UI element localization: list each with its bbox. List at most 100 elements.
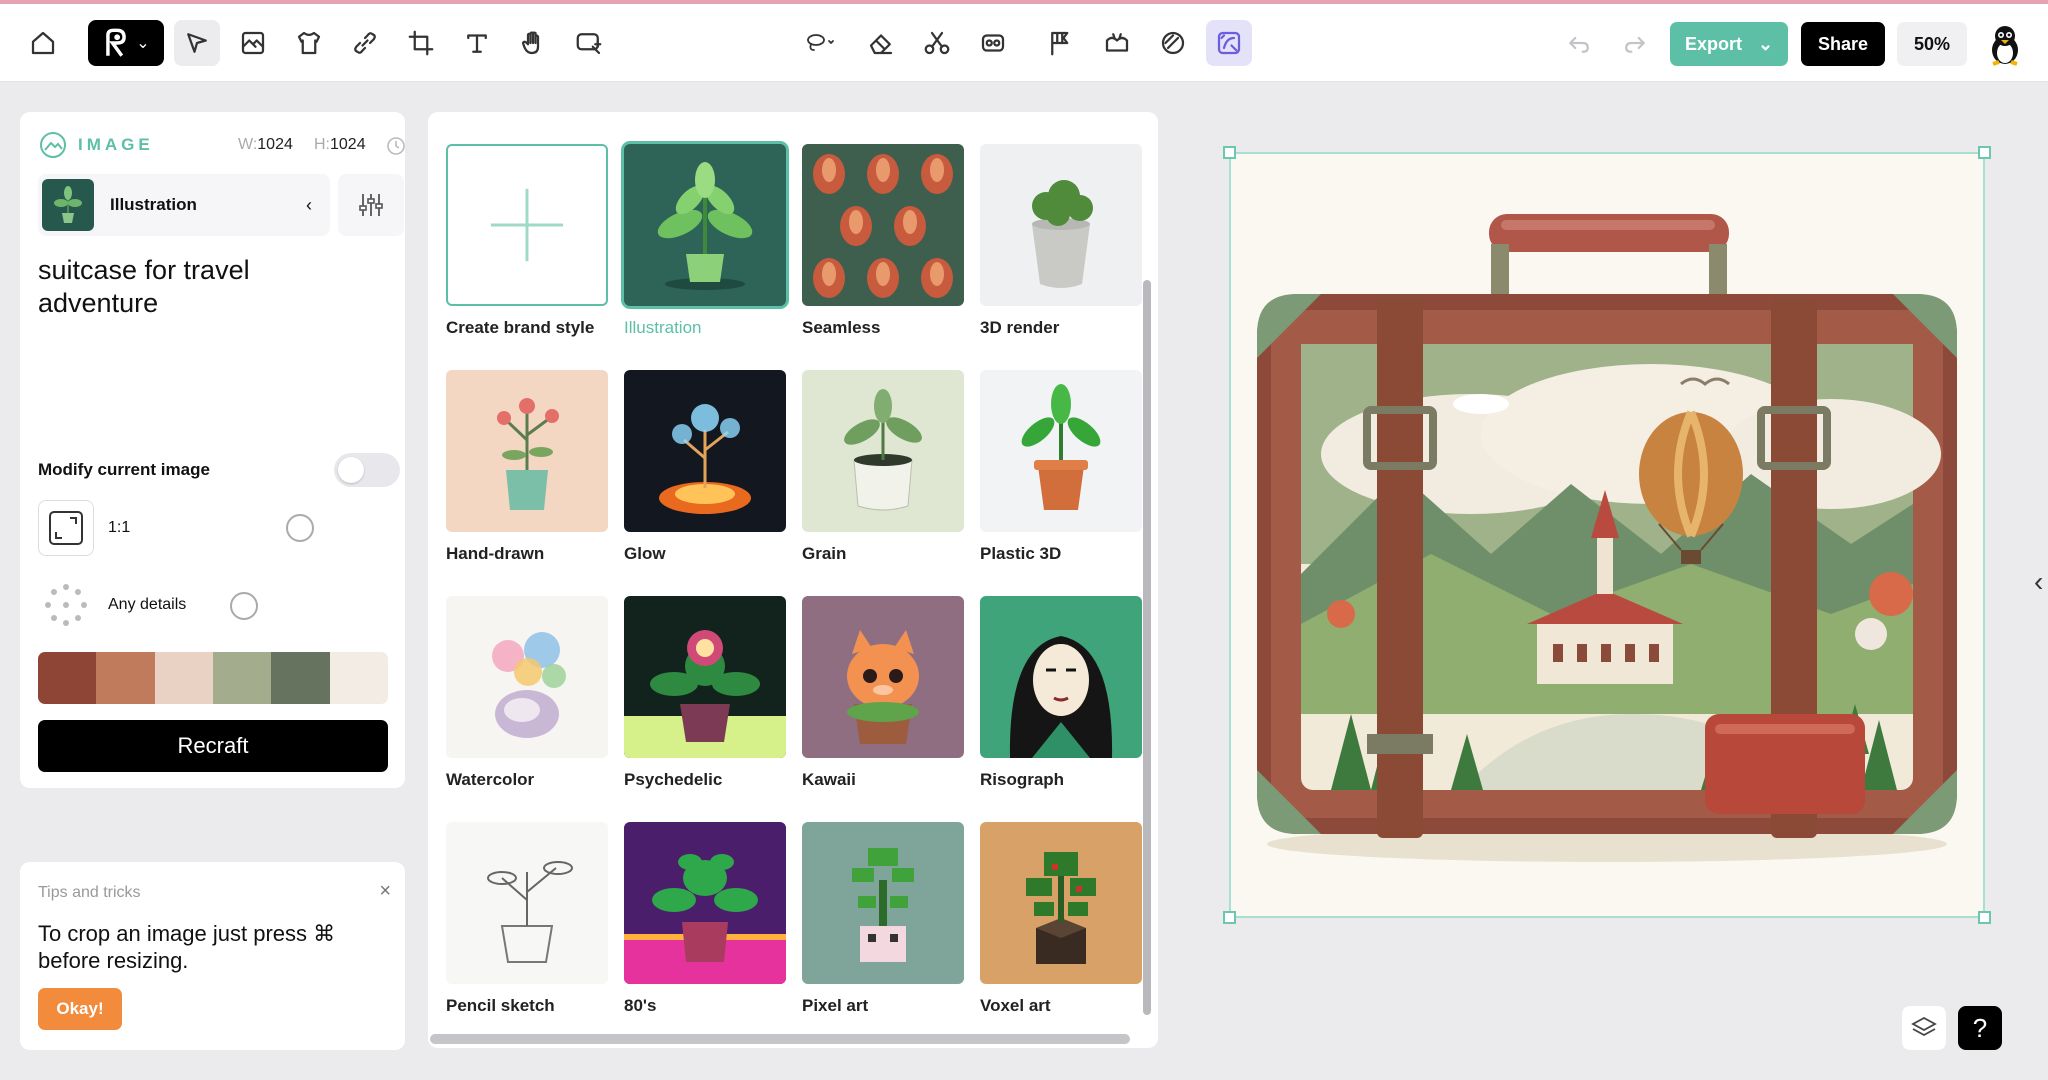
style-card-glow[interactable]: Glow — [624, 370, 786, 564]
style-preview-image — [446, 370, 608, 532]
style-card-kawaii[interactable]: Kawaii — [802, 596, 964, 790]
hand-icon[interactable] — [510, 20, 556, 66]
style-card-watercolor[interactable]: Watercolor — [446, 596, 608, 790]
comment-icon[interactable] — [566, 20, 612, 66]
redo-icon[interactable] — [1612, 20, 1658, 66]
style-card-label: Glow — [624, 544, 666, 563]
details-label: Any details — [108, 596, 187, 613]
ai-remove-icon[interactable] — [1206, 20, 1252, 66]
recraft-button[interactable]: Recraft — [38, 720, 388, 772]
flag-icon[interactable] — [1038, 20, 1084, 66]
logo-menu-button[interactable]: ⌄ — [88, 20, 164, 66]
share-button[interactable]: Share — [1801, 22, 1885, 66]
style-preview-image — [624, 144, 786, 306]
tips-title: Tips and tricks — [38, 884, 141, 901]
resize-handle-bottom-left[interactable] — [1223, 911, 1236, 924]
lasso-icon[interactable] — [790, 20, 850, 66]
image-type-icon — [40, 132, 66, 158]
style-settings-button[interactable] — [338, 174, 404, 236]
link-icon[interactable] — [342, 20, 388, 66]
export-button[interactable]: Export ⌄ — [1670, 22, 1788, 66]
style-preview-image — [802, 144, 964, 306]
resize-handle-top-left[interactable] — [1223, 146, 1236, 159]
palette-swatch[interactable] — [38, 652, 97, 704]
styles-gallery: Create brand style Illustration Seamless… — [428, 112, 1158, 1048]
crop-icon[interactable] — [398, 20, 444, 66]
palette-swatch[interactable] — [154, 652, 213, 704]
style-name: Illustration — [110, 195, 197, 214]
user-avatar-icon[interactable] — [1983, 22, 2027, 66]
details-row[interactable]: Any details — [38, 578, 338, 632]
aspect-ratio-radio[interactable] — [286, 514, 314, 542]
chevron-down-icon: ⌄ — [1757, 33, 1774, 54]
text-icon[interactable] — [454, 20, 500, 66]
style-card-label: 3D render — [980, 318, 1060, 337]
okay-button[interactable]: Okay! — [38, 988, 122, 1030]
canvas-image-frame[interactable] — [1223, 146, 1991, 924]
style-card-psychedelic[interactable]: Psychedelic — [624, 596, 786, 790]
undo-icon[interactable] — [1556, 20, 1602, 66]
palette-swatch[interactable] — [96, 652, 155, 704]
zoom-level-button[interactable]: 50% — [1897, 22, 1967, 66]
style-card-label: Kawaii — [802, 770, 856, 789]
vectorize-icon[interactable] — [1094, 20, 1140, 66]
style-card-3d-render[interactable]: 3D render — [980, 144, 1142, 338]
close-icon[interactable]: × — [379, 880, 391, 903]
style-card-seamless[interactable]: Seamless — [802, 144, 964, 338]
details-radio[interactable] — [230, 592, 258, 620]
style-preview-image — [624, 822, 786, 984]
style-card-label: Psychedelic — [624, 770, 723, 789]
palette-swatch[interactable] — [212, 652, 272, 704]
resize-handle-bottom-right[interactable] — [1978, 911, 1991, 924]
style-thumbnail — [42, 179, 94, 231]
aspect-ratio-label: 1:1 — [108, 519, 131, 536]
clock-icon[interactable] — [386, 136, 406, 156]
sliders-icon — [359, 194, 383, 216]
style-card-plastic-3d[interactable]: Plastic 3D — [980, 370, 1142, 564]
inpaint-icon[interactable] — [970, 20, 1016, 66]
style-card-risograph[interactable]: Risograph — [980, 596, 1142, 790]
style-preview-image — [980, 370, 1142, 532]
width-readout: W:1024 — [238, 136, 293, 153]
mockup-icon[interactable] — [286, 20, 332, 66]
style-preview-image — [446, 596, 608, 758]
prompt-input[interactable]: suitcase for travel adventure — [38, 254, 358, 320]
logo-icon — [106, 28, 127, 57]
styles-horizontal-scrollbar[interactable] — [430, 1034, 1130, 1044]
style-card-grain[interactable]: Grain — [802, 370, 964, 564]
style-card-hand-drawn[interactable]: Hand-drawn — [446, 370, 608, 564]
color-palette[interactable] — [38, 652, 388, 704]
style-card-pixel-art[interactable]: Pixel art — [802, 822, 964, 1016]
eraser-icon[interactable] — [858, 20, 904, 66]
styles-vertical-scrollbar[interactable] — [1143, 280, 1151, 1015]
style-card-pencil-sketch[interactable]: Pencil sketch — [446, 822, 608, 1016]
image-panel-header: IMAGE W:1024 H:1024 — [38, 130, 405, 160]
modify-toggle[interactable] — [334, 453, 400, 487]
frame-icon[interactable] — [230, 20, 276, 66]
home-icon[interactable] — [20, 20, 66, 66]
style-selector[interactable]: Illustration ‹ — [38, 174, 330, 236]
palette-swatch[interactable] — [271, 652, 330, 704]
style-preview-image — [980, 144, 1142, 306]
scissors-icon[interactable] — [914, 20, 960, 66]
select-icon[interactable] — [174, 20, 220, 66]
chevron-left-icon[interactable]: ‹ — [2034, 566, 2043, 598]
suitcase-image — [1257, 214, 1957, 862]
plus-icon — [446, 144, 608, 306]
style-card-create-brand[interactable]: Create brand style — [446, 144, 608, 338]
brush-icon[interactable] — [1150, 20, 1196, 66]
image-settings-panel: IMAGE W:1024 H:1024 Illustration ‹ suitc… — [20, 112, 405, 788]
palette-swatch[interactable] — [329, 652, 388, 704]
style-card-label: 80's — [624, 996, 657, 1015]
chevron-left-icon[interactable]: ‹ — [306, 195, 312, 216]
style-preview-image — [624, 596, 786, 758]
style-card-voxel-art[interactable]: Voxel art — [980, 822, 1142, 1016]
style-card-label: Watercolor — [446, 770, 535, 789]
help-button[interactable]: ? — [1958, 1006, 2002, 1050]
tips-text: To crop an image just press ⌘ before res… — [38, 921, 336, 973]
resize-handle-top-right[interactable] — [1978, 146, 1991, 159]
style-card-illustration[interactable]: Illustration — [624, 144, 786, 338]
layers-button[interactable] — [1902, 1006, 1946, 1050]
modify-current-image-row: Modify current image — [38, 450, 408, 490]
style-card-80s[interactable]: 80's — [624, 822, 786, 1016]
